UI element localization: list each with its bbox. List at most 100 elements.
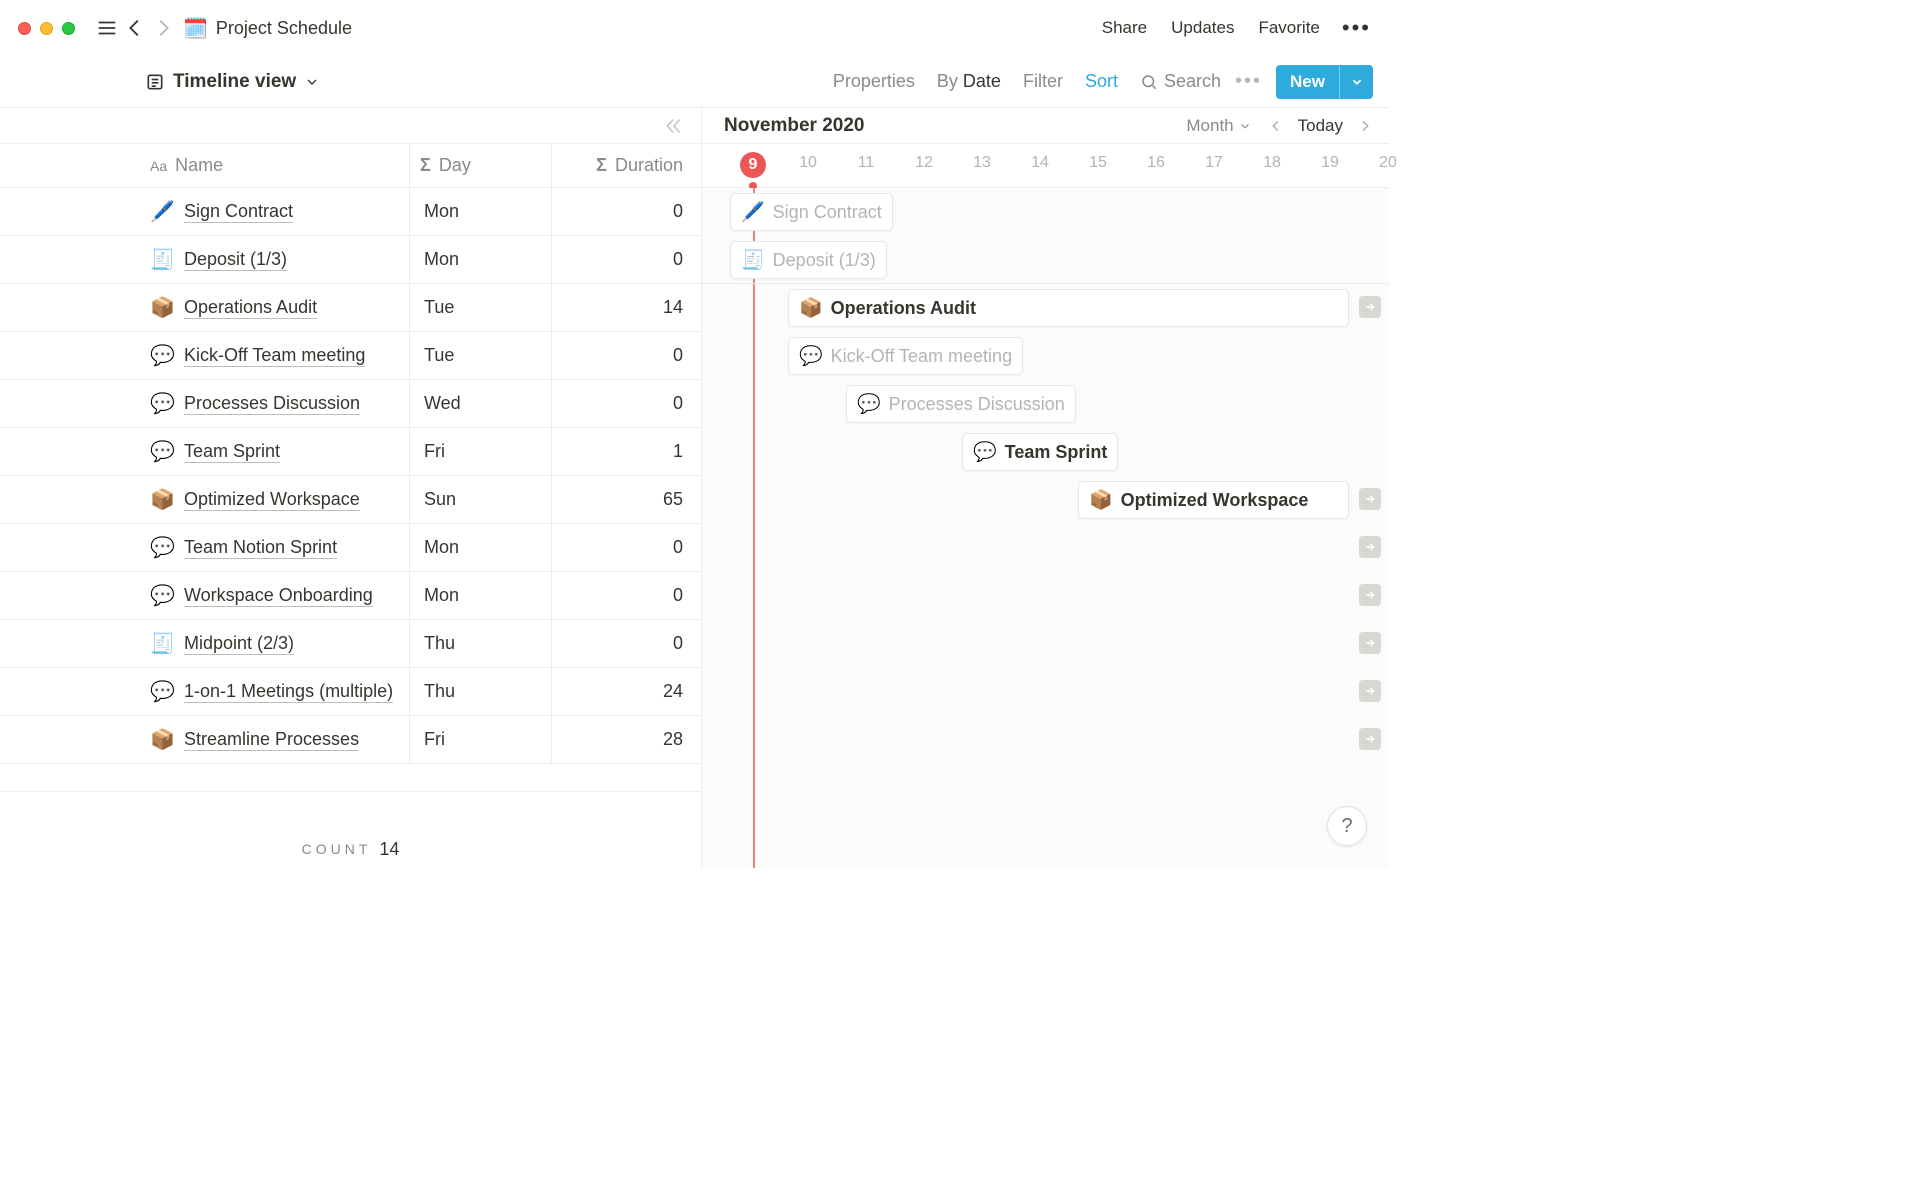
nav-back-button[interactable]: [121, 14, 149, 42]
table-row[interactable]: 💬1-on-1 Meetings (multiple)Thu24: [0, 668, 701, 716]
row-day: Sun: [410, 476, 552, 523]
column-day-header[interactable]: Σ Day: [410, 144, 552, 187]
timeline-bar[interactable]: 💬Processes Discussion: [846, 385, 1076, 423]
row-day: Mon: [410, 188, 552, 235]
timeline-scale-button[interactable]: Month: [1186, 116, 1251, 136]
table-row[interactable]: 💬Team SprintFri1: [0, 428, 701, 476]
date-tick[interactable]: 12: [910, 154, 938, 172]
table-row[interactable]: 💬Kick-Off Team meetingTue0: [0, 332, 701, 380]
column-duration-label: Duration: [615, 155, 683, 176]
date-tick[interactable]: 19: [1316, 154, 1344, 172]
window-close-icon[interactable]: [18, 22, 31, 35]
date-tick-today[interactable]: 9: [740, 152, 766, 178]
date-tick[interactable]: 14: [1026, 154, 1054, 172]
bar-icon: 🧾: [741, 248, 765, 272]
timeline-lane: 💬Processes Discussion: [702, 380, 1389, 428]
timeline-prev-button[interactable]: [1268, 118, 1284, 134]
date-tick[interactable]: 10: [794, 154, 822, 172]
favorite-button[interactable]: Favorite: [1258, 18, 1319, 38]
timeline-bar[interactable]: 🖊️Sign Contract: [730, 193, 893, 231]
task-table: Aa Name Σ Day Σ Duration 🖊️Sign Contract…: [0, 108, 702, 868]
bar-icon: 📦: [1089, 488, 1113, 512]
date-tick[interactable]: 20: [1374, 154, 1402, 172]
row-name[interactable]: Processes Discussion: [184, 393, 360, 415]
column-name-header[interactable]: Aa Name: [0, 144, 410, 187]
timeline-bar[interactable]: 💬Kick-Off Team meeting: [788, 337, 1023, 375]
row-name[interactable]: Deposit (1/3): [184, 249, 287, 271]
row-name[interactable]: Streamline Processes: [184, 729, 359, 751]
page-title[interactable]: Project Schedule: [216, 18, 352, 39]
row-name[interactable]: Workspace Onboarding: [184, 585, 373, 607]
continues-right-icon[interactable]: [1359, 680, 1381, 702]
window-minimize-icon[interactable]: [40, 22, 53, 35]
date-tick[interactable]: 16: [1142, 154, 1170, 172]
page-more-icon[interactable]: •••: [1342, 15, 1371, 41]
row-day: Thu: [410, 620, 552, 667]
groupby-value: Date: [963, 71, 1001, 91]
date-tick[interactable]: 15: [1084, 154, 1112, 172]
row-duration: 0: [552, 345, 701, 366]
timeline-nav: Today: [1268, 116, 1373, 136]
window-zoom-icon[interactable]: [62, 22, 75, 35]
row-name[interactable]: Operations Audit: [184, 297, 317, 319]
timeline-bar[interactable]: 📦Operations Audit: [788, 289, 1349, 327]
table-row[interactable]: 🧾Midpoint (2/3)Thu0: [0, 620, 701, 668]
updates-button[interactable]: Updates: [1171, 18, 1234, 38]
row-name[interactable]: Team Sprint: [184, 441, 280, 463]
row-name[interactable]: Team Notion Sprint: [184, 537, 337, 559]
table-row[interactable]: 🧾Deposit (1/3)Mon0: [0, 236, 701, 284]
search-button[interactable]: Search: [1140, 71, 1221, 92]
groupby-button[interactable]: By Date: [937, 71, 1001, 92]
continues-right-icon[interactable]: [1359, 488, 1381, 510]
continues-right-icon[interactable]: [1359, 632, 1381, 654]
filter-button[interactable]: Filter: [1023, 71, 1063, 92]
timeline-today-button[interactable]: Today: [1298, 116, 1343, 136]
row-name[interactable]: 1-on-1 Meetings (multiple): [184, 681, 393, 703]
row-icon: 📦: [150, 487, 174, 512]
view-name: Timeline view: [173, 71, 296, 93]
sort-button[interactable]: Sort: [1085, 71, 1118, 92]
table-row[interactable]: 💬Processes DiscussionWed0: [0, 380, 701, 428]
timeline-bar[interactable]: 🧾Deposit (1/3): [730, 241, 887, 279]
row-duration: 24: [552, 681, 701, 702]
row-icon: 💬: [150, 583, 174, 608]
date-tick[interactable]: 17: [1200, 154, 1228, 172]
continues-right-icon[interactable]: [1359, 584, 1381, 606]
table-row[interactable]: 📦Streamline ProcessesFri28: [0, 716, 701, 764]
view-toolbar: Timeline view Properties By Date Filter …: [0, 56, 1389, 108]
row-duration: 14: [552, 297, 701, 318]
nav-forward-button[interactable]: [149, 14, 177, 42]
timeline-next-button[interactable]: [1357, 118, 1373, 134]
continues-right-icon[interactable]: [1359, 536, 1381, 558]
table-header: Aa Name Σ Day Σ Duration: [0, 144, 701, 188]
share-button[interactable]: Share: [1102, 18, 1147, 38]
continues-right-icon[interactable]: [1359, 728, 1381, 750]
row-name[interactable]: Optimized Workspace: [184, 489, 360, 511]
date-tick[interactable]: 13: [968, 154, 996, 172]
table-row[interactable]: 💬Workspace OnboardingMon0: [0, 572, 701, 620]
view-picker-button[interactable]: Timeline view: [145, 71, 320, 93]
timeline-bar[interactable]: 💬Team Sprint: [962, 433, 1118, 471]
window-controls: [18, 22, 75, 35]
bar-icon: 💬: [799, 344, 823, 368]
timeline-panel: November 2020 Month Today 91011121314151…: [702, 108, 1389, 868]
view-more-icon[interactable]: •••: [1235, 70, 1262, 93]
properties-button[interactable]: Properties: [833, 71, 915, 92]
table-row[interactable]: 📦Operations AuditTue14: [0, 284, 701, 332]
help-button[interactable]: ?: [1327, 806, 1367, 846]
date-tick[interactable]: 18: [1258, 154, 1286, 172]
row-name[interactable]: Sign Contract: [184, 201, 293, 223]
new-button-dropdown[interactable]: [1339, 65, 1373, 99]
date-tick[interactable]: 11: [852, 154, 880, 172]
collapse-table-button[interactable]: [0, 108, 701, 144]
row-name[interactable]: Midpoint (2/3): [184, 633, 294, 655]
continues-right-icon[interactable]: [1359, 296, 1381, 318]
table-row[interactable]: 💬Team Notion SprintMon0: [0, 524, 701, 572]
table-row[interactable]: 🖊️Sign ContractMon0: [0, 188, 701, 236]
new-button[interactable]: New: [1276, 65, 1373, 99]
table-row[interactable]: 📦Optimized WorkspaceSun65: [0, 476, 701, 524]
timeline-bar[interactable]: 📦Optimized Workspace: [1078, 481, 1349, 519]
row-name[interactable]: Kick-Off Team meeting: [184, 345, 365, 367]
column-duration-header[interactable]: Σ Duration: [552, 144, 701, 187]
sidebar-toggle-button[interactable]: [93, 14, 121, 42]
